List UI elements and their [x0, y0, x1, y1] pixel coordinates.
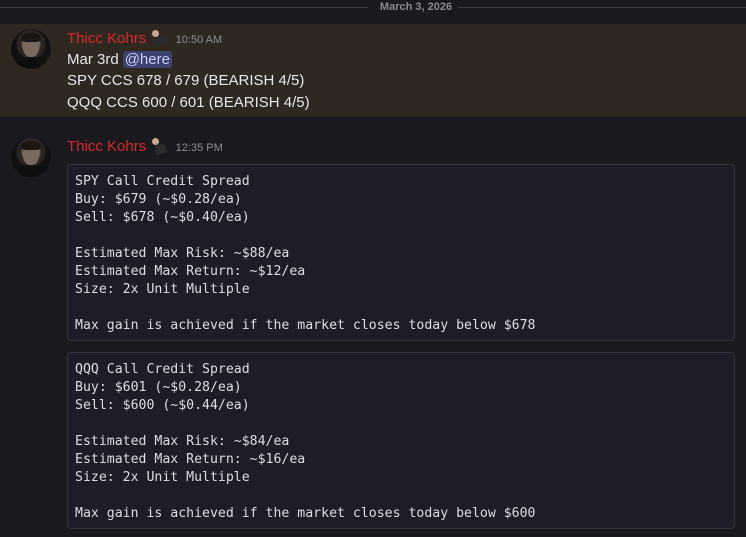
code-line: Estimated Max Return: ~$12/ea	[75, 264, 306, 279]
code-line: Buy: $601 (~$0.28/ea)	[75, 380, 242, 395]
code-line: Estimated Max Risk: ~$88/ea	[75, 246, 290, 261]
code-line: Size: 2x Unit Multiple	[75, 470, 250, 485]
code-line: Estimated Max Return: ~$16/ea	[75, 452, 306, 467]
role-icon[interactable]	[149, 137, 169, 156]
divider-line-right	[458, 7, 746, 8]
code-line: SPY Call Credit Spread	[75, 174, 250, 189]
author-name[interactable]: Thicc Kohrs	[67, 30, 146, 47]
chat-view: March 3, 2026 Thicc Kohrs 10:50 AM Mar 3…	[0, 0, 746, 537]
role-icon[interactable]	[149, 29, 169, 48]
code-line: Max gain is achieved if the market close…	[75, 506, 536, 521]
message-header: Thicc Kohrs 12:35 PM	[67, 137, 223, 156]
date-divider: March 3, 2026	[0, 0, 746, 14]
author-name[interactable]: Thicc Kohrs	[67, 138, 146, 155]
code-line: Sell: $600 (~$0.44/ea)	[75, 398, 250, 413]
message-timestamp[interactable]: 12:35 PM	[176, 142, 223, 154]
code-line: Max gain is achieved if the market close…	[75, 318, 536, 333]
user-avatar[interactable]	[11, 29, 51, 69]
code-line: QQQ Call Credit Spread	[75, 362, 250, 377]
code-block[interactable]: QQQ Call Credit Spread Buy: $601 (~$0.28…	[67, 352, 735, 529]
code-block[interactable]: SPY Call Credit Spread Buy: $679 (~$0.28…	[67, 164, 735, 341]
message-line: QQQ CCS 600 / 601 (BEARISH 4/5)	[67, 94, 310, 111]
avatar-hair	[21, 141, 41, 150]
code-line: Estimated Max Risk: ~$84/ea	[75, 434, 290, 449]
message-header: Thicc Kohrs 10:50 AM	[67, 29, 222, 48]
message-item[interactable]: Thicc Kohrs 12:35 PM SPY Call Credit Spr…	[0, 132, 746, 537]
avatar-shirt	[15, 165, 47, 177]
message-line: SPY CCS 678 / 679 (BEARISH 4/5)	[67, 72, 305, 89]
message-line: Mar 3rd @here	[67, 49, 172, 71]
message-text: Mar 3rd	[67, 51, 119, 68]
message-item[interactable]: Thicc Kohrs 10:50 AM Mar 3rd @here SPY CC…	[0, 24, 746, 117]
code-line: Size: 2x Unit Multiple	[75, 282, 250, 297]
code-line: Buy: $679 (~$0.28/ea)	[75, 192, 242, 207]
here-mention[interactable]: @here	[122, 51, 172, 68]
avatar-shirt	[15, 57, 47, 69]
message-timestamp[interactable]: 10:50 AM	[176, 34, 222, 46]
code-line: Sell: $678 (~$0.40/ea)	[75, 210, 250, 225]
user-avatar[interactable]	[11, 137, 51, 177]
avatar-hair	[21, 33, 41, 42]
